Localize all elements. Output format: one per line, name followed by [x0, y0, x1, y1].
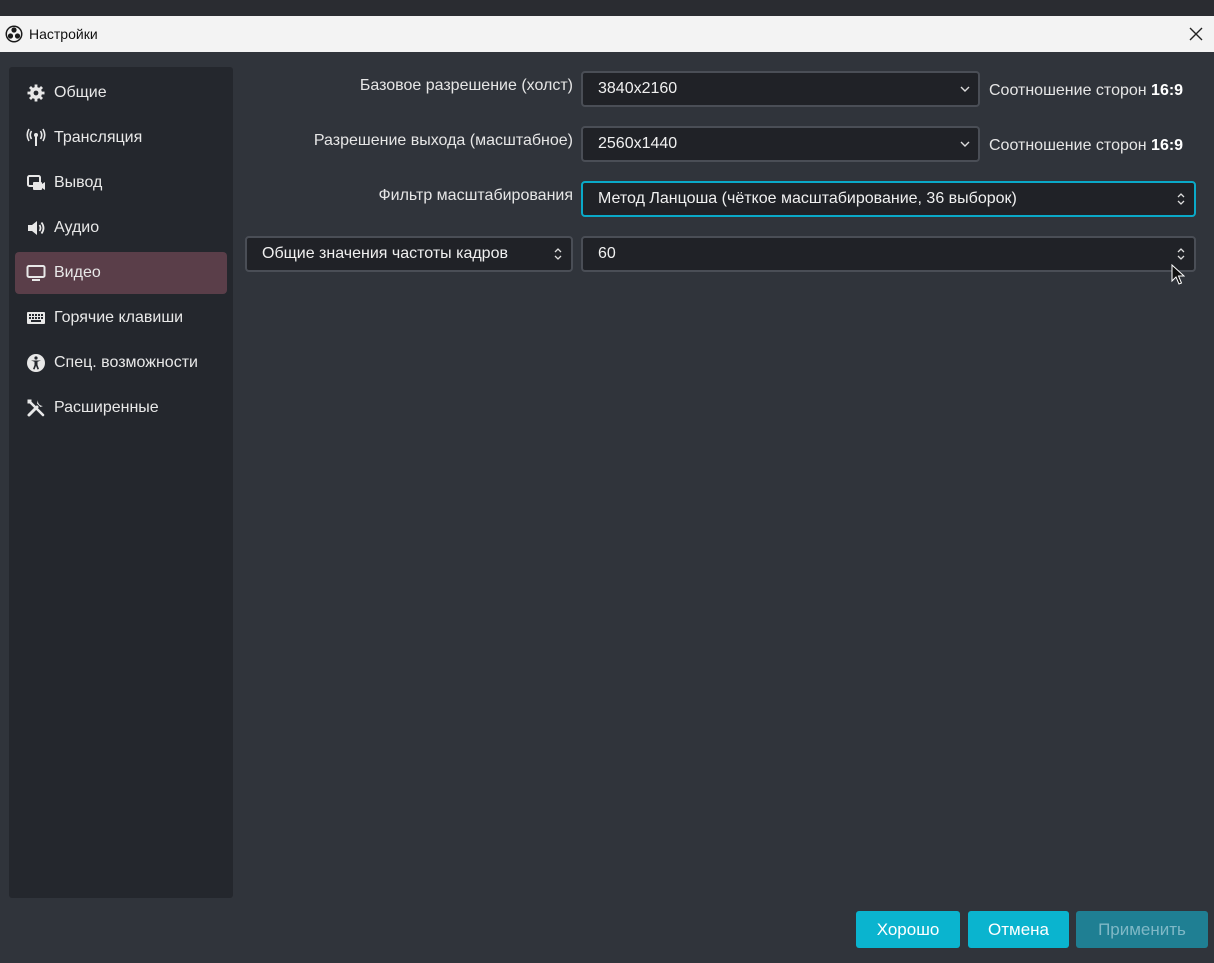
close-icon[interactable]: [1184, 22, 1208, 46]
sidebar-item-label: Видео: [54, 264, 101, 281]
sidebar-item-label: Вывод: [54, 174, 103, 191]
monitor-icon: [25, 262, 47, 284]
top-strip: [0, 0, 1214, 16]
sidebar-item-video[interactable]: Видео: [15, 252, 227, 294]
settings-dialog: Общие Трансляция Вывод Аудио Видео Горяч…: [0, 52, 1214, 963]
output-resolution-label: Разрешение выхода (масштабное): [313, 132, 573, 149]
accessibility-icon: [25, 352, 47, 374]
sidebar-item-label: Аудио: [54, 219, 100, 236]
keyboard-icon: [25, 307, 47, 329]
sidebar-item-label: Спец. возможности: [54, 354, 198, 371]
output-icon: [25, 172, 47, 194]
cancel-button[interactable]: Отмена: [968, 911, 1069, 948]
ok-button[interactable]: Хорошо: [856, 911, 960, 948]
apply-button[interactable]: Применить: [1076, 911, 1208, 948]
gear-icon: [25, 82, 47, 104]
updown-arrow-icon: [551, 246, 565, 262]
scale-filter-value: Метод Ланцоша (чёткое масштабирование, 3…: [598, 190, 1017, 207]
fps-value-select[interactable]: 60: [581, 236, 1196, 272]
scale-filter-select[interactable]: Метод Ланцоша (чёткое масштабирование, 3…: [581, 181, 1196, 217]
output-resolution-select[interactable]: 2560x1440: [581, 126, 980, 162]
fps-value: 60: [598, 245, 616, 262]
settings-sidebar: Общие Трансляция Вывод Аудио Видео Горяч…: [9, 67, 233, 898]
sidebar-item-hotkeys[interactable]: Горячие клавиши: [15, 297, 227, 339]
sidebar-item-stream[interactable]: Трансляция: [15, 117, 227, 159]
window-title: Настройки: [29, 26, 98, 42]
title-bar: Настройки: [0, 16, 1214, 52]
fps-type-value: Общие значения частоты кадров: [262, 245, 508, 262]
output-aspect-ratio: Соотношение сторон 16:9: [989, 137, 1184, 154]
sidebar-item-output[interactable]: Вывод: [15, 162, 227, 204]
fps-type-select[interactable]: Общие значения частоты кадров: [245, 236, 573, 272]
sidebar-item-accessibility[interactable]: Спец. возможности: [15, 342, 227, 384]
sidebar-item-label: Горячие клавиши: [54, 309, 184, 326]
tools-icon: [25, 397, 47, 419]
updown-arrow-icon: [1174, 191, 1188, 207]
obs-logo-icon: [5, 25, 23, 43]
mouse-cursor-icon: [1171, 264, 1185, 285]
sidebar-item-audio[interactable]: Аудио: [15, 207, 227, 249]
scale-filter-label: Фильтр масштабирования: [378, 187, 573, 204]
base-resolution-select[interactable]: 3840x2160: [581, 71, 980, 107]
chevron-down-icon: [958, 136, 972, 152]
sidebar-item-label: Общие: [54, 84, 107, 101]
base-resolution-label: Базовое разрешение (холст): [359, 77, 573, 94]
output-resolution-value: 2560x1440: [598, 135, 678, 152]
sidebar-item-label: Расширенные: [54, 399, 159, 416]
antenna-icon: [25, 127, 47, 149]
speaker-icon: [25, 217, 47, 239]
base-resolution-value: 3840x2160: [598, 80, 678, 97]
sidebar-item-advanced[interactable]: Расширенные: [15, 387, 227, 429]
chevron-down-icon: [958, 81, 972, 97]
sidebar-item-label: Трансляция: [54, 129, 143, 146]
base-aspect-ratio: Соотношение сторон 16:9: [989, 82, 1184, 99]
sidebar-item-general[interactable]: Общие: [15, 72, 227, 114]
updown-arrow-icon: [1174, 246, 1188, 262]
